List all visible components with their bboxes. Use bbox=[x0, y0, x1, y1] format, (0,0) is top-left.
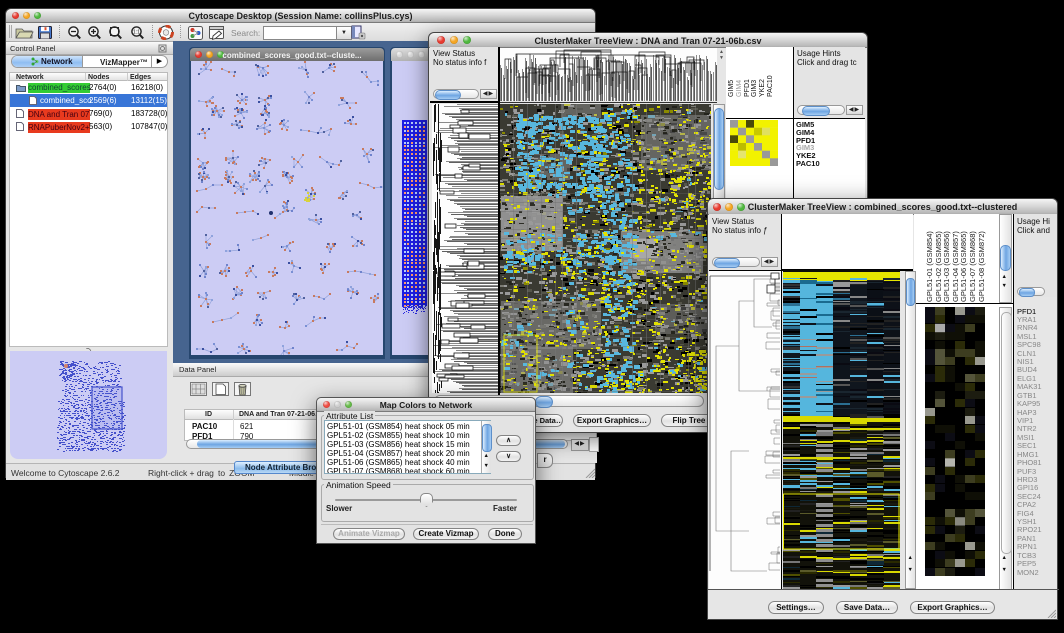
svg-text:1:1: 1:1 bbox=[133, 30, 140, 36]
